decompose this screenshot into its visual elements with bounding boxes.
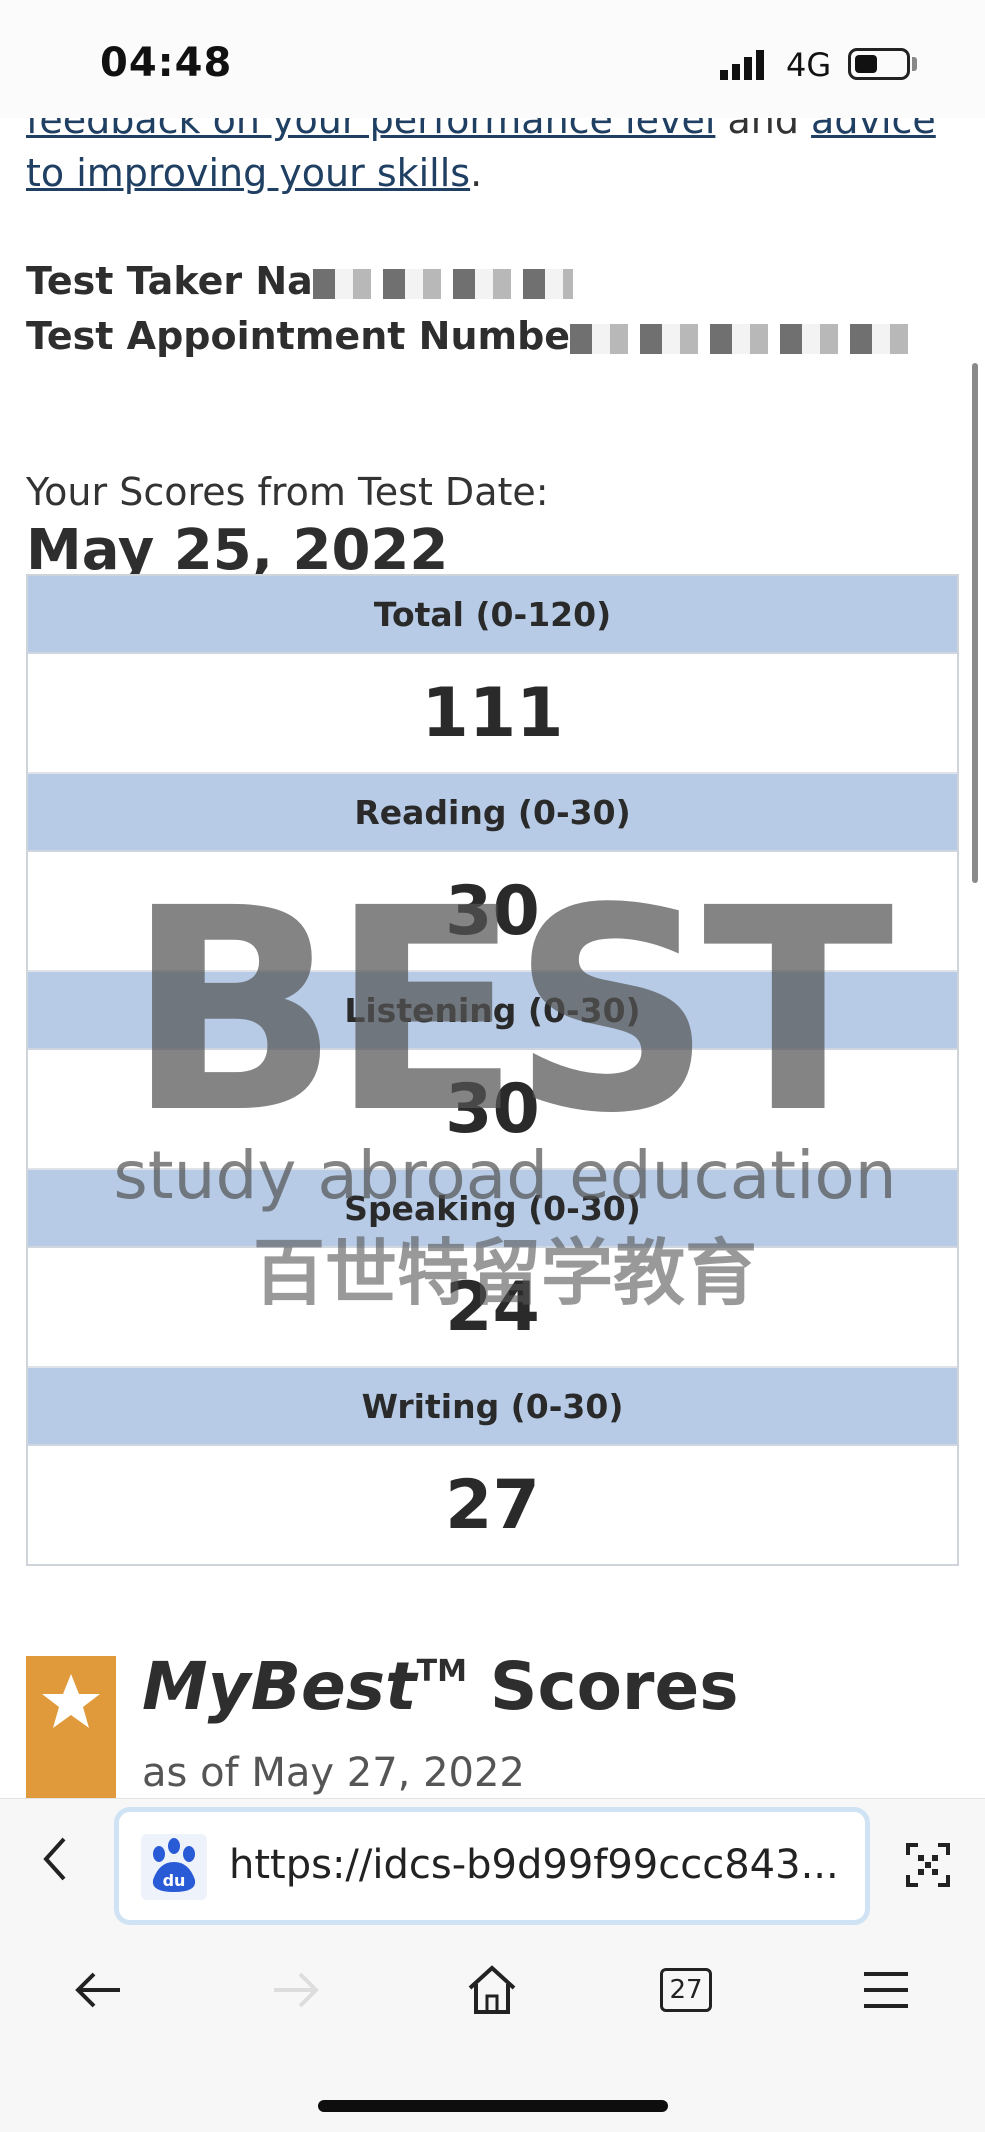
score-total: 111 <box>28 654 957 774</box>
mybest-badge <box>26 1656 116 1798</box>
mybest-title: MyBestTM Scores <box>142 1648 739 1725</box>
score-table: Total (0-120) 111 Reading (0-30) 30 List… <box>26 574 959 1566</box>
test-taker-info: Test Taker Na Test Appointment Numbe <box>26 254 911 364</box>
network-type: 4G <box>786 46 832 84</box>
section-header-listening: Listening (0-30) <box>28 972 957 1050</box>
url-text: https://idcs-b9d99f99ccc843... <box>229 1842 839 1888</box>
star-icon <box>42 1674 100 1728</box>
url-field[interactable]: du https://idcs-b9d99f99ccc843... <box>114 1807 870 1925</box>
intro-paragraph: feedback on your performance level and a… <box>26 118 946 200</box>
score-speaking: 24 <box>28 1248 957 1368</box>
section-header-reading: Reading (0-30) <box>28 774 957 852</box>
back-arrow-icon[interactable] <box>70 1962 126 2018</box>
menu-icon[interactable] <box>858 1962 914 2018</box>
status-time: 04:48 <box>100 40 233 86</box>
scrollbar[interactable] <box>972 363 978 883</box>
qr-scan-icon[interactable] <box>904 1841 952 1889</box>
section-header-speaking: Speaking (0-30) <box>28 1170 957 1248</box>
status-bar: 04:48 4G <box>0 0 985 118</box>
score-listening: 30 <box>28 1050 957 1170</box>
appointment-number-label: Test Appointment Numbe <box>26 314 571 358</box>
scores-from-label: Your Scores from Test Date: <box>26 470 549 514</box>
section-header-total: Total (0-120) <box>28 576 957 654</box>
feedback-link[interactable]: feedback on your performance level <box>26 118 715 142</box>
web-content[interactable]: feedback on your performance level and a… <box>0 118 985 1798</box>
tabs-button[interactable]: 27 <box>660 1968 712 2012</box>
test-taker-name-label: Test Taker Na <box>26 259 313 303</box>
address-bar-area: du https://idcs-b9d99f99ccc843... <box>0 1798 985 1931</box>
browser-toolbar: 27 <box>0 1930 985 2132</box>
forward-arrow-icon[interactable] <box>268 1962 324 2018</box>
redacted-name <box>312 268 573 299</box>
redacted-appointment-number <box>570 323 911 354</box>
mybest-date: as of May 27, 2022 <box>142 1750 525 1796</box>
svg-text:du: du <box>163 1871 186 1890</box>
score-writing: 27 <box>28 1446 957 1564</box>
score-reading: 30 <box>28 852 957 972</box>
section-header-writing: Writing (0-30) <box>28 1368 957 1446</box>
battery-icon <box>848 48 910 80</box>
signal-icon <box>720 50 764 80</box>
home-indicator[interactable] <box>318 2100 668 2112</box>
baidu-paw-icon: du <box>141 1834 207 1900</box>
chevron-left-icon[interactable] <box>36 1829 76 1889</box>
home-icon[interactable] <box>464 1962 520 2018</box>
